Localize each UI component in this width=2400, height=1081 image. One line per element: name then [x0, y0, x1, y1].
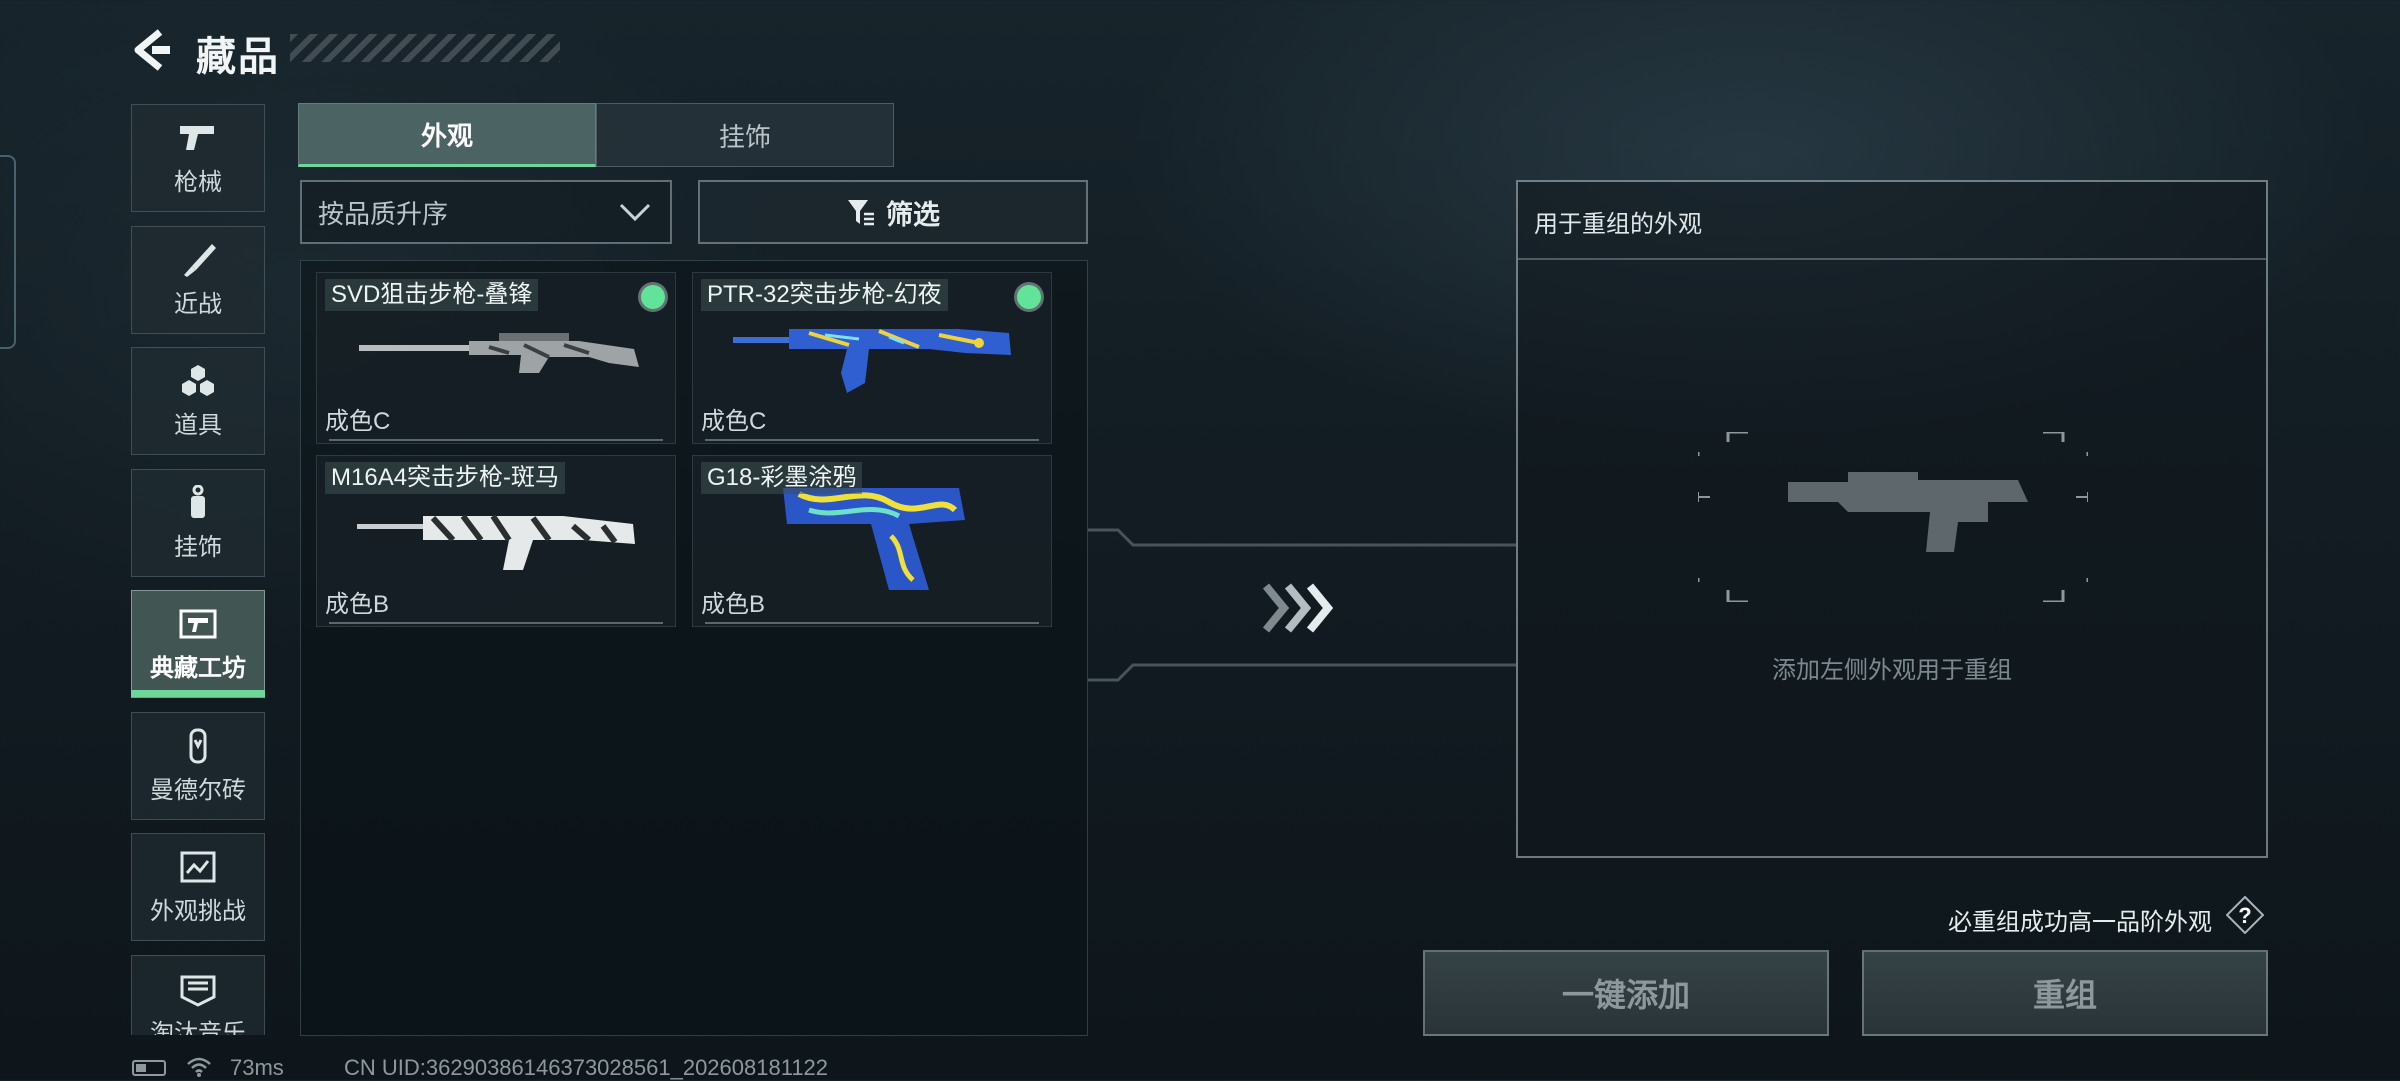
sidebar-item-mandel-brick[interactable]: 曼德尔砖: [131, 712, 265, 820]
card-underline: [329, 439, 663, 441]
svd-rifle-image: [359, 333, 639, 373]
sidebar-clip: 淘汰音乐: [120, 955, 280, 1035]
sidebar-active-indicator: [131, 690, 265, 697]
chevron-right-arrows-icon: [1262, 583, 1334, 633]
mandel-brick-icon: [189, 728, 207, 763]
sidebar-item-elimination[interactable]: 淘汰音乐: [131, 955, 265, 1035]
skin-card-ptr32[interactable]: PTR-32突击步枪-幻夜 成色C: [692, 272, 1052, 444]
skin-grade: 成色C: [701, 408, 767, 435]
sidebar-item-skin-challenge[interactable]: 外观挑战: [131, 833, 265, 941]
divider: [1518, 258, 2266, 260]
recombine-button[interactable]: 重组: [1862, 950, 2268, 1036]
skin-name: G18-彩墨涂鸦: [701, 462, 863, 494]
side-drawer-handle[interactable]: [0, 155, 16, 349]
sidebar-item-label: 枪械: [174, 168, 222, 196]
rifle-placeholder-icon: [1698, 432, 2088, 602]
sidebar-item-melee[interactable]: 近战: [131, 226, 265, 334]
m16a4-rifle-image: [357, 514, 635, 570]
svg-text:?: ?: [2238, 903, 2251, 928]
chevron-down-icon: [619, 203, 651, 222]
filter-label: 筛选: [886, 199, 940, 230]
sidebar-item-label: 曼德尔砖: [150, 776, 246, 804]
badge-icon: [180, 975, 216, 1007]
sidebar-item-label: 外观挑战: [150, 897, 246, 925]
card-underline: [329, 622, 663, 624]
skin-challenge-icon: [180, 851, 216, 882]
card-underline: [705, 439, 1039, 441]
sort-value: 按品质升序: [318, 198, 449, 229]
skin-card-svd[interactable]: SVD狙击步枪-叠锋 成色C: [316, 272, 676, 444]
skin-name: SVD狙击步枪-叠锋: [325, 279, 539, 311]
ping-text: 73ms: [230, 1055, 284, 1080]
tab-appearance[interactable]: 外观: [298, 103, 596, 167]
filter-button[interactable]: 筛选: [698, 180, 1088, 244]
skin-grade: 成色C: [325, 408, 391, 435]
sidebar-item-label: 近战: [174, 290, 222, 318]
skin-grade: 成色B: [325, 591, 390, 618]
g18-pistol-image: [783, 488, 965, 590]
sort-dropdown[interactable]: 按品质升序: [300, 180, 672, 244]
card-underline: [705, 622, 1039, 624]
wifi-icon: [187, 1057, 211, 1077]
recombine-title: 用于重组的外观: [1534, 211, 1702, 238]
back-arrow-icon[interactable]: [130, 28, 174, 72]
selected-indicator: [641, 285, 665, 309]
sidebar-item-label: 典藏工坊: [150, 654, 246, 682]
ptr32-rifle-image: [733, 329, 1011, 393]
workshop-icon: [179, 609, 217, 638]
guarantee-text: 必重组成功高一品阶外观: [1948, 909, 2212, 936]
battery-icon: [132, 1060, 166, 1076]
skin-name: PTR-32突击步枪-幻夜: [701, 279, 948, 311]
grenades-icon: [182, 364, 214, 396]
uid-text: CN UID:362903861463730285​61_20260818112…: [344, 1055, 829, 1080]
sidebar-item-label: 挂饰: [174, 533, 222, 561]
skin-name: M16A4突击步枪-斑马: [325, 462, 566, 494]
tab-charms[interactable]: 挂饰: [596, 103, 894, 167]
sidebar-item-workshop[interactable]: 典藏工坊: [131, 590, 265, 698]
title-decoration: [290, 34, 560, 62]
skin-grade: 成色B: [701, 591, 766, 618]
recombine-panel: 用于重组的外观 添加左侧外观用于重组: [1516, 180, 2268, 858]
help-question-icon[interactable]: ?: [2226, 896, 2264, 934]
quick-add-button[interactable]: 一键添加: [1423, 950, 1829, 1036]
filter-icon: [848, 200, 874, 226]
sidebar-item-label: 道具: [174, 411, 222, 439]
pistol-icon: [180, 125, 214, 150]
sidebar-item-charms[interactable]: 挂饰: [131, 469, 265, 577]
skin-card-m16a4[interactable]: M16A4突击步枪-斑马 成色B: [316, 455, 676, 627]
page-title: 藏品: [196, 35, 280, 79]
sidebar-item-label: 淘汰音乐: [150, 1019, 246, 1036]
knife-icon: [184, 243, 216, 277]
recombine-hint: 添加左侧外观用于重组: [1772, 657, 2012, 684]
sidebar-item-firearms[interactable]: 枪械: [131, 104, 265, 212]
sidebar-item-gadgets[interactable]: 道具: [131, 347, 265, 455]
skin-card-g18[interactable]: G18-彩墨涂鸦 成色B: [692, 455, 1052, 627]
charm-icon: [191, 484, 205, 518]
selected-indicator: [1017, 285, 1041, 309]
